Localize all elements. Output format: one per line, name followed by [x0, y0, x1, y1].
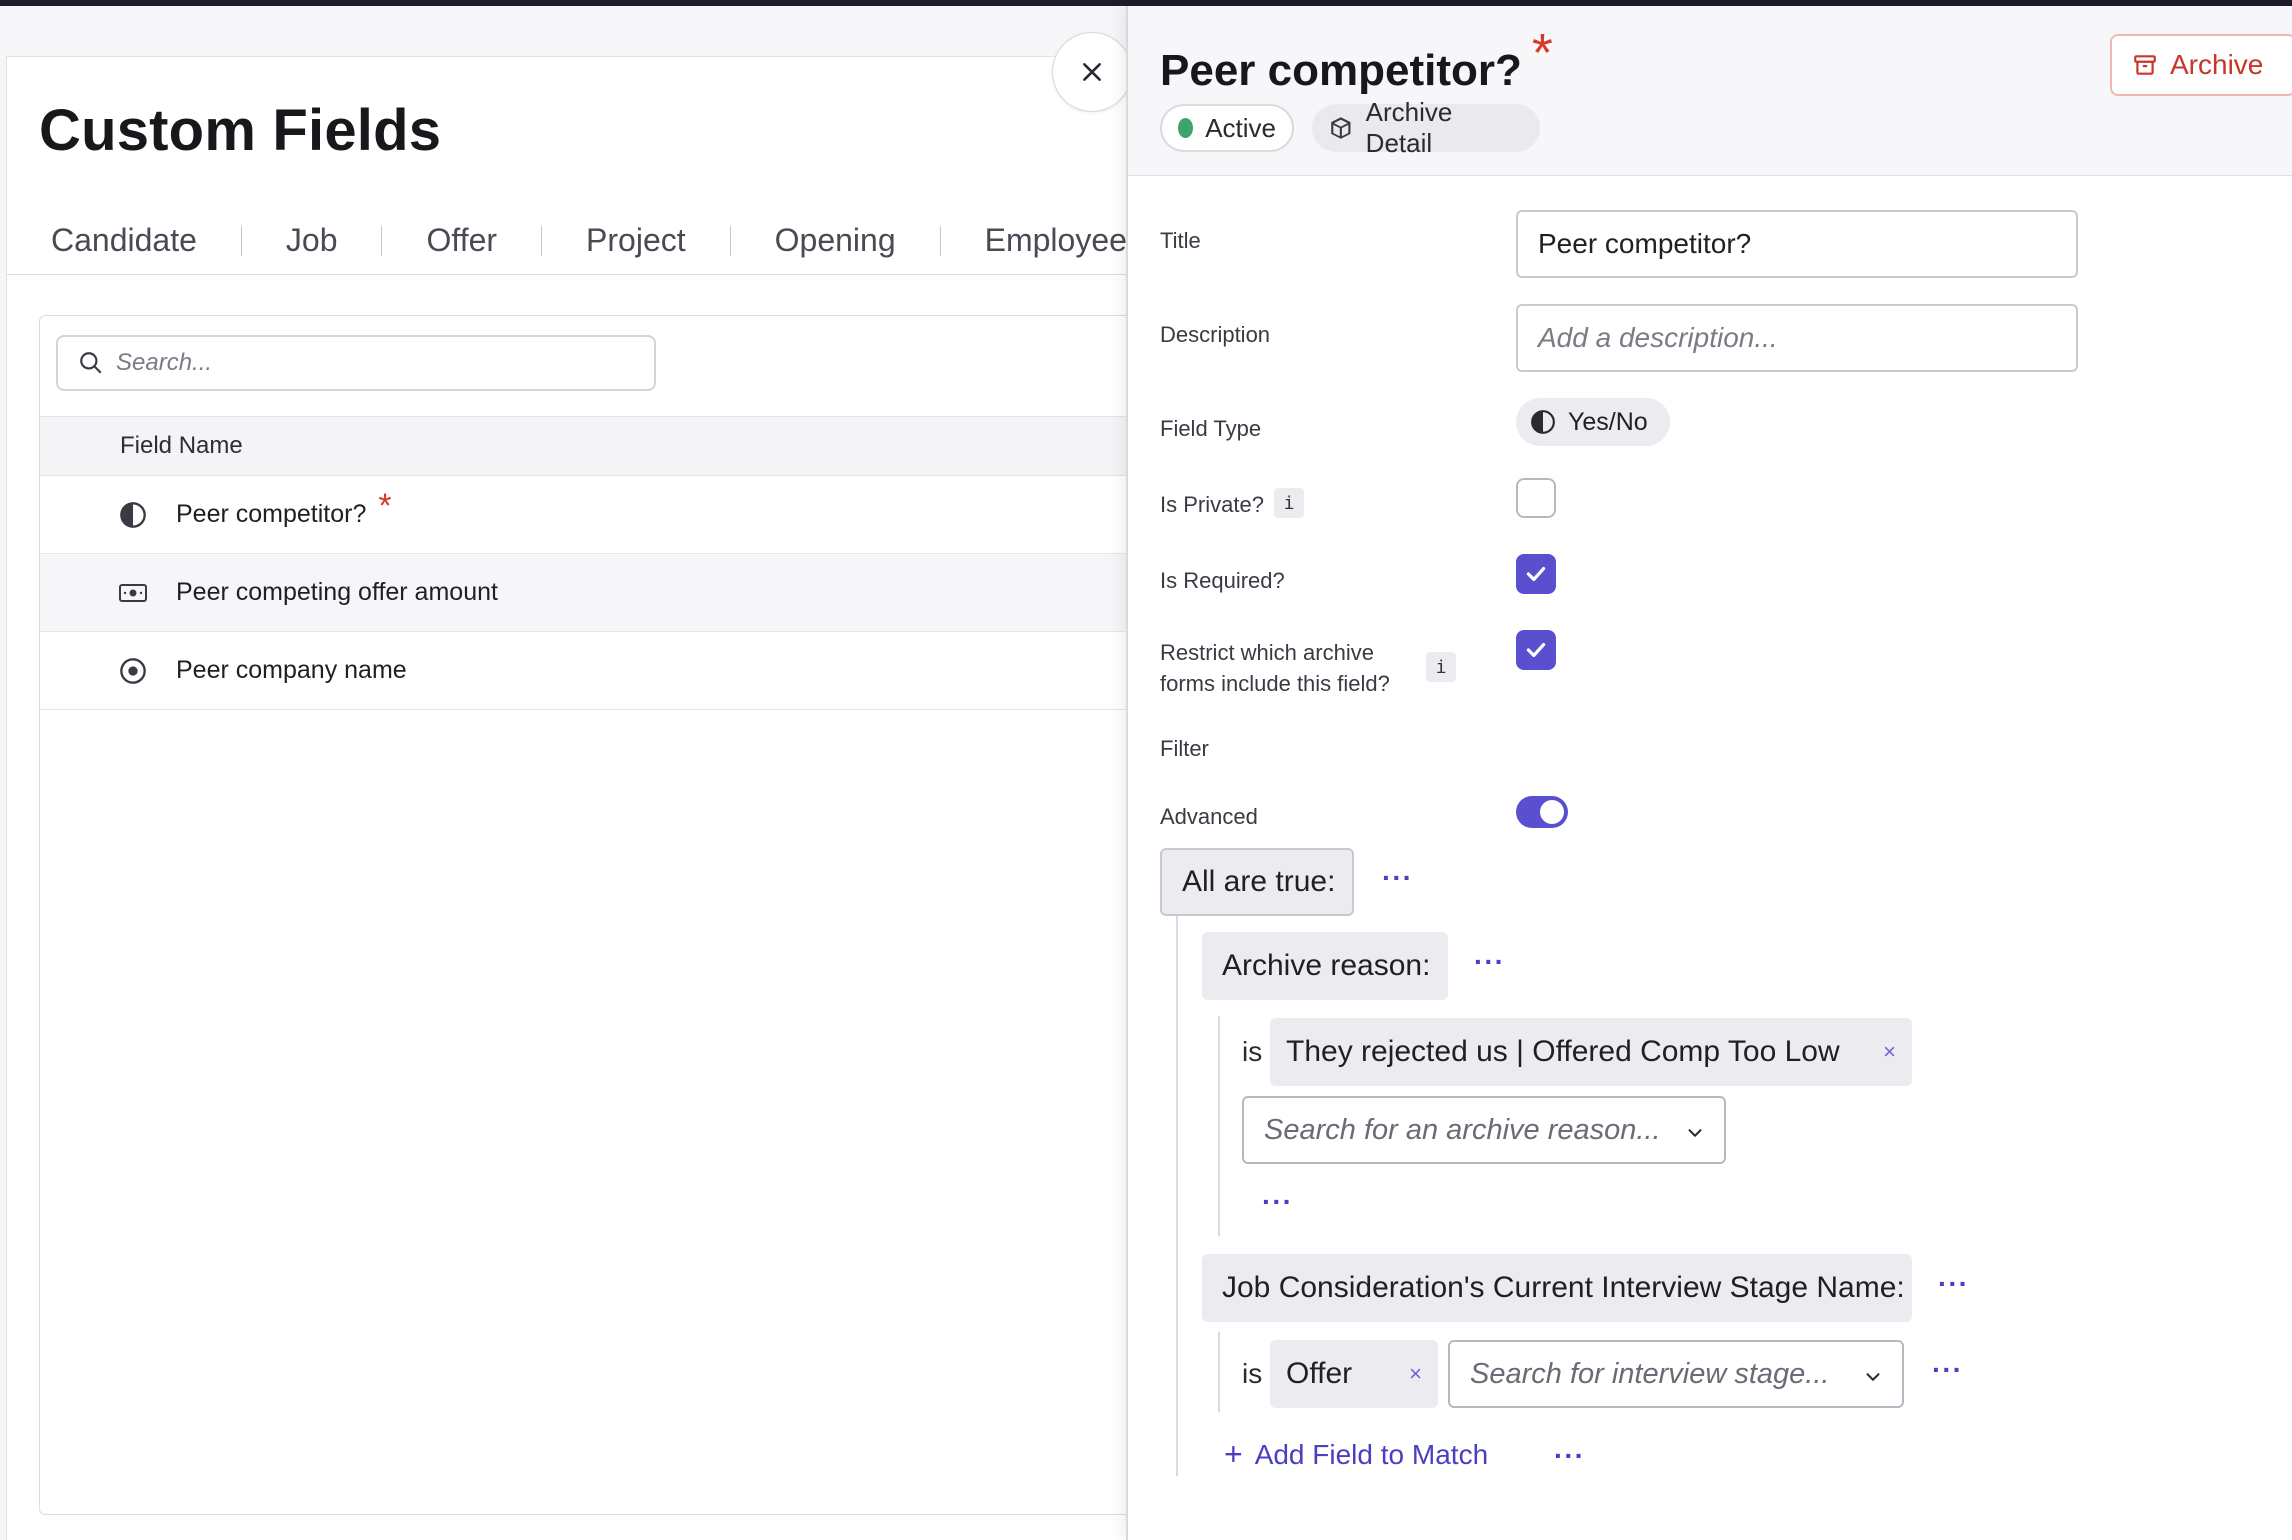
add-field-label: Add Field to Match [1254, 1438, 1489, 1470]
archive-detail-badge[interactable]: Archive Detail [1312, 97, 1540, 158]
status-badge: Active [1160, 104, 1294, 152]
fields-list: Search... Field Name Peer competitor? * … [39, 315, 1130, 1515]
description-label: Description [1160, 322, 1271, 347]
field-name: Peer competing offer amount [176, 578, 498, 606]
search-placeholder: Search... [116, 349, 213, 376]
tab-employee[interactable]: Employee [985, 222, 1127, 259]
required-marker: * [1531, 23, 1553, 83]
field-name: Peer company name [176, 656, 407, 684]
advanced-label: Advanced [1160, 804, 1258, 829]
tab-divider [729, 225, 731, 256]
is-private-label: Is Private? [1160, 492, 1264, 517]
status-dot [1178, 118, 1194, 138]
chevron-down-icon [1688, 1129, 1702, 1137]
drawer-title: Peer competitor? * [1160, 23, 1553, 98]
advanced-toggle[interactable] [1516, 796, 1568, 828]
interview-stage-value-chip: Offer × [1270, 1340, 1438, 1408]
more-options-icon[interactable]: ··· [1382, 862, 1413, 894]
checkmark-icon [1526, 566, 1546, 582]
tab-divider [939, 225, 941, 256]
all-are-true-group[interactable]: All are true: [1160, 848, 1354, 916]
title-input[interactable]: Peer competitor? [1516, 210, 2078, 278]
operator-label: is [1242, 1358, 1263, 1389]
close-icon [1083, 63, 1101, 81]
half-circle-icon [118, 500, 148, 530]
filter-label: Filter [1160, 736, 1209, 761]
archive-button-label: Archive [2170, 49, 2264, 80]
tree-connector [1176, 916, 1178, 1476]
money-icon [118, 578, 148, 608]
tab-candidate[interactable]: Candidate [51, 222, 197, 259]
tab-divider [240, 225, 242, 256]
select-placeholder: Search for interview stage... [1470, 1357, 1830, 1390]
remove-icon[interactable]: × [1409, 1361, 1422, 1387]
remove-icon[interactable]: × [1883, 1039, 1896, 1065]
tree-connector [1218, 1332, 1220, 1412]
page-title: Custom Fields [39, 98, 442, 163]
list-item[interactable]: Peer competing offer amount [40, 554, 1130, 632]
interview-stage-select[interactable]: Search for interview stage... [1448, 1340, 1904, 1408]
archive-box-icon [2134, 55, 2156, 75]
operator-label: is [1242, 1036, 1263, 1067]
archive-button[interactable]: Archive [2110, 34, 2292, 96]
restrict-label-line2: forms include this field? [1160, 671, 1390, 696]
chip-label: They rejected us | Offered Comp Too Low [1286, 1035, 1840, 1068]
custom-fields-card: Custom Fields Candidate Job Offer Projec… [6, 56, 1130, 1540]
archive-reason-condition[interactable]: Archive reason: [1202, 932, 1448, 1000]
tab-divider [381, 225, 383, 256]
drawer-title-text: Peer competitor? [1160, 46, 1522, 95]
required-marker: * [378, 487, 392, 525]
close-drawer-button[interactable] [1052, 32, 1132, 112]
search-icon [80, 352, 102, 374]
tab-project[interactable]: Project [586, 222, 686, 259]
chevron-down-icon [1866, 1373, 1880, 1381]
checkmark-icon [1526, 642, 1546, 658]
more-options-icon[interactable]: ··· [1938, 1268, 1969, 1300]
is-private-checkbox[interactable] [1516, 478, 1556, 518]
column-header-field-name[interactable]: Field Name [40, 416, 1130, 476]
restrict-label-line1: Restrict which archive [1160, 640, 1374, 665]
more-options-icon[interactable]: ··· [1554, 1440, 1585, 1472]
description-input[interactable]: Add a description... [1516, 304, 2078, 372]
add-field-to-match-button[interactable]: + Add Field to Match [1224, 1436, 1488, 1473]
half-circle-icon [1531, 410, 1555, 434]
interview-stage-condition[interactable]: Job Consideration's Current Interview St… [1202, 1254, 1912, 1322]
box-icon [1331, 117, 1351, 139]
more-options-icon[interactable]: ··· [1932, 1354, 1963, 1386]
info-icon[interactable]: i [1426, 652, 1456, 682]
chip-label: Offer [1286, 1357, 1353, 1390]
archive-detail-label: Archive Detail [1365, 97, 1453, 158]
toggle-knob [1540, 800, 1564, 824]
custom-fields-page: Custom Fields Candidate Job Offer Projec… [0, 6, 1130, 1540]
list-item[interactable]: Peer company name [40, 632, 1130, 710]
tab-offer[interactable]: Offer [426, 222, 497, 259]
tab-opening[interactable]: Opening [775, 222, 896, 259]
search-input[interactable]: Search... [56, 335, 656, 391]
is-required-checkbox[interactable] [1516, 554, 1556, 594]
field-detail-drawer: Peer competitor? * Archive Active Archive… [1126, 6, 2292, 1540]
drawer-header: Peer competitor? * Archive Active Archive… [1128, 6, 2292, 176]
plus-icon: + [1224, 1436, 1243, 1472]
radio-dot-icon [118, 656, 148, 686]
field-type-value: Yes/No [1568, 407, 1648, 436]
field-type-chip: Yes/No [1516, 398, 1670, 446]
title-label: Title [1160, 228, 1201, 253]
tab-divider [541, 225, 543, 256]
field-type-label: Field Type [1160, 416, 1262, 441]
is-required-label: Is Required? [1160, 568, 1285, 593]
restrict-forms-checkbox[interactable] [1516, 630, 1556, 670]
tab-job[interactable]: Job [286, 222, 338, 259]
archive-reason-select[interactable]: Search for an archive reason... [1242, 1096, 1726, 1164]
tree-connector [1218, 1016, 1220, 1236]
more-options-icon[interactable]: ··· [1474, 946, 1505, 978]
info-icon[interactable]: i [1274, 488, 1304, 518]
archive-reason-value-chip: They rejected us | Offered Comp Too Low … [1270, 1018, 1912, 1086]
select-placeholder: Search for an archive reason... [1264, 1113, 1661, 1146]
field-category-tabs: Candidate Job Offer Project Opening Empl… [7, 207, 1127, 275]
status-label: Active [1205, 112, 1276, 143]
list-item[interactable]: Peer competitor? * [40, 476, 1130, 554]
field-name: Peer competitor? [176, 500, 367, 528]
more-options-icon[interactable]: ··· [1262, 1186, 1293, 1218]
